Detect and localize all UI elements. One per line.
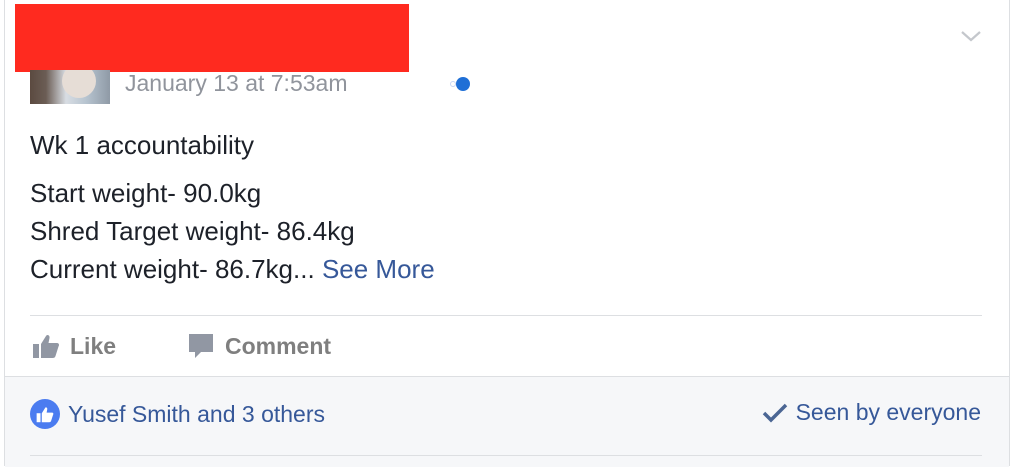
- see-more-link[interactable]: See More: [322, 254, 435, 284]
- post-text-line-last: Current weight- 86.7kg... See More: [30, 250, 435, 288]
- reactions-summary[interactable]: Yusef Smith and 3 others: [30, 399, 325, 429]
- seen-text: Seen by everyone: [795, 399, 981, 425]
- divider: [30, 315, 982, 316]
- like-reaction-icon: [30, 399, 60, 429]
- post-text-line: Shred Target weight- 86.4kg: [30, 216, 355, 246]
- post-card: January 13 at 7:53am Wk 1 accountability…: [4, 0, 1010, 467]
- comment-bubble-icon: [189, 334, 213, 358]
- like-label: Like: [70, 332, 117, 359]
- seen-by[interactable]: Seen by everyone: [762, 399, 981, 426]
- post-timestamp[interactable]: January 13 at 7:53am: [125, 70, 347, 97]
- post-text-line: Current weight- 86.7kg...: [30, 254, 315, 284]
- post-body: Wk 1 accountability Start weight- 90.0kg…: [30, 126, 435, 288]
- divider: [30, 455, 982, 456]
- chevron-down-icon[interactable]: [958, 26, 984, 46]
- friends-audience-icon[interactable]: [448, 76, 474, 92]
- avatar[interactable]: [30, 70, 110, 104]
- thumbs-up-icon: [33, 334, 59, 358]
- post-text-line: Wk 1 accountability: [30, 130, 254, 160]
- redacted-author-name: [15, 4, 409, 72]
- checkmark-icon: [762, 403, 787, 422]
- reactions-text: Yusef Smith and 3 others: [68, 400, 325, 427]
- post-text-line: Start weight- 90.0kg: [30, 178, 262, 208]
- comment-button[interactable]: Comment: [187, 330, 331, 362]
- comment-label: Comment: [225, 332, 332, 359]
- post-footer: Yusef Smith and 3 others Seen by everyon…: [5, 376, 1009, 467]
- like-button[interactable]: Like: [32, 330, 116, 362]
